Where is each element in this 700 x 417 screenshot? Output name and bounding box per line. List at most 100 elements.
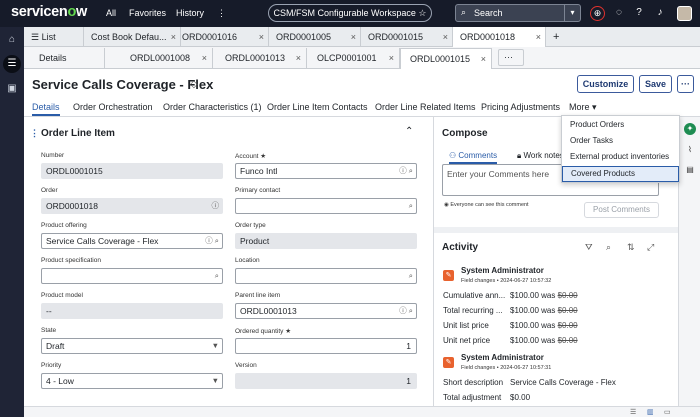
chevron-up-icon[interactable]: ⌃ <box>405 126 413 137</box>
pencil-icon: ✎ <box>443 357 454 368</box>
tab-ordl0001015[interactable]: ORDL0001015 × <box>400 48 492 69</box>
tab-details[interactable]: Details <box>30 48 105 69</box>
field-change: $0.00 <box>510 393 530 402</box>
tab-ordl0001013[interactable]: ORDL0001013 × <box>216 48 307 69</box>
tab-order-orchestration[interactable]: Order Orchestration <box>73 102 153 112</box>
parent-line-item-label: Parent line item <box>235 292 281 299</box>
primary-contact-field[interactable]: ⌕ <box>235 198 417 214</box>
activity-author[interactable]: System Administrator <box>461 353 544 362</box>
global-search[interactable]: ⌕ Search ▾ <box>455 4 581 22</box>
info-icon[interactable]: ⓘ <box>212 199 220 213</box>
tab-cost-book[interactable]: Cost Book Defau... × <box>84 27 181 47</box>
tab-ord0001018[interactable]: ORD0001018 × <box>453 27 546 47</box>
agent-assist-icon[interactable]: ✦ <box>684 123 696 135</box>
filter-icon[interactable]: ⛛ <box>585 242 593 253</box>
ordered-quantity-field[interactable]: 1 <box>235 338 417 354</box>
field-change: $100.00 was $0.00 <box>510 321 578 330</box>
close-icon[interactable]: × <box>259 27 264 47</box>
new-value: $100.00 was <box>510 306 556 315</box>
search-icon[interactable]: ⌕ <box>215 269 219 283</box>
home-icon[interactable]: ⌂ <box>5 33 19 47</box>
search-icon[interactable]: ⌕ <box>409 269 413 283</box>
account-field[interactable]: Funco Intl ⓘ ⌕ <box>235 163 417 179</box>
user-avatar[interactable] <box>677 6 692 21</box>
expand-icon[interactable]: ⤢ <box>647 242 654 253</box>
state-select[interactable]: Draft ▼ <box>41 338 223 354</box>
chat-icon[interactable]: ◌ <box>612 6 626 20</box>
attachment-icon[interactable]: ⌇ <box>684 144 696 156</box>
tab-olcp0001001[interactable]: OLCP0001001 × <box>308 48 400 69</box>
priority-select[interactable]: 4 - Low ▼ <box>41 373 223 389</box>
close-icon[interactable]: × <box>536 27 541 47</box>
logo-text-tail: w <box>76 4 87 20</box>
pencil-icon: ✎ <box>443 270 454 281</box>
save-button[interactable]: Save <box>639 75 672 93</box>
tab-more-dropdown[interactable]: More ▾ <box>569 102 597 113</box>
close-icon[interactable]: × <box>351 27 356 47</box>
tab-order-line-item-contacts[interactable]: Order Line Item Contacts <box>267 102 368 112</box>
help-icon[interactable]: ? <box>632 6 646 20</box>
parent-line-item-field[interactable]: ORDL0001013 ⓘ ⌕ <box>235 303 417 319</box>
bell-icon[interactable]: ♪ <box>653 6 667 20</box>
old-value: $0.00 <box>557 306 578 315</box>
workspace-selector[interactable]: CSM/FSM Configurable Workspace ☆ <box>268 4 432 22</box>
tab-ordl0001008[interactable]: ORDL0001008 × <box>121 48 213 69</box>
tab-pricing-adjustments[interactable]: Pricing Adjustments <box>481 102 560 112</box>
field-name: Cumulative ann... <box>443 291 506 300</box>
number-field: ORDL0001015 <box>41 163 223 179</box>
tag-icon[interactable]: ◇ <box>190 79 198 90</box>
caret-down-icon: ▼ <box>211 341 219 350</box>
tab-ord0001005[interactable]: ORD0001005 × <box>269 27 361 47</box>
nav-more-button[interactable]: ⋮ <box>217 8 226 19</box>
field-name: Unit list price <box>443 321 489 330</box>
info-search-icons[interactable]: ⓘ ⌕ <box>205 234 219 248</box>
activity-author[interactable]: System Administrator <box>461 266 544 275</box>
layout-list-icon[interactable]: ☰ <box>630 408 636 416</box>
info-search-icons[interactable]: ⓘ ⌕ <box>399 304 413 318</box>
search-icon[interactable]: ⌕ <box>606 242 611 253</box>
post-comments-button[interactable]: Post Comments <box>584 202 659 218</box>
drag-handle-icon[interactable]: ⋮ <box>30 128 39 139</box>
tab-comments[interactable]: ⚇ Comments <box>449 151 498 164</box>
tab-order-characteristics[interactable]: Order Characteristics (1) <box>163 102 262 112</box>
product-specification-label: Product specification <box>41 257 101 264</box>
document-icon[interactable]: ▤ <box>684 164 696 176</box>
add-tab-button[interactable]: + <box>546 27 568 47</box>
info-search-icons[interactable]: ⓘ ⌕ <box>399 164 413 178</box>
menu-item-covered-products[interactable]: Covered Products <box>562 166 679 182</box>
close-icon[interactable]: × <box>202 48 207 68</box>
menu-item-external-product-inventories[interactable]: External product inventories <box>562 149 679 165</box>
tab-label: Work notes <box>523 151 564 160</box>
nav-favorites[interactable]: Favorites <box>129 8 166 18</box>
close-icon[interactable]: × <box>481 49 486 69</box>
header-more-button[interactable]: ··· <box>677 75 694 93</box>
location-field[interactable]: ⌕ <box>235 268 417 284</box>
tab-work-notes[interactable]: 🔒︎ Work notes <box>517 151 564 161</box>
layout-split-icon[interactable]: ▥ <box>647 408 654 416</box>
globe-icon[interactable]: ⊕ <box>590 6 605 21</box>
nav-all[interactable]: All <box>106 8 116 18</box>
list-menu-icon[interactable]: ☰ <box>3 55 21 73</box>
inbox-icon[interactable]: ▣ <box>5 82 19 96</box>
tab-order-line-related-items[interactable]: Order Line Related Items <box>375 102 476 112</box>
tab-ord0001015[interactable]: ORD0001015 × <box>361 27 453 47</box>
close-icon[interactable]: × <box>389 48 394 68</box>
product-specification-field[interactable]: ⌕ <box>41 268 223 284</box>
nav-history[interactable]: History <box>176 8 204 18</box>
tab-details-form[interactable]: Details <box>32 102 60 116</box>
search-scope-dropdown[interactable]: ▾ <box>564 5 580 21</box>
tab-ord0001016[interactable]: ORD0001016 × <box>175 27 269 47</box>
sort-icon[interactable]: ⇅ <box>627 242 635 253</box>
tab-list[interactable]: ☰ List <box>24 27 84 47</box>
close-icon[interactable]: × <box>443 27 448 47</box>
order-label: Order <box>41 187 58 194</box>
menu-item-order-tasks[interactable]: Order Tasks <box>562 133 679 149</box>
layout-full-icon[interactable]: ▭ <box>664 408 671 416</box>
servicenow-logo[interactable]: servicenow <box>11 4 87 20</box>
customize-button[interactable]: Customize <box>577 75 634 93</box>
product-offering-field[interactable]: Service Calls Coverage - Flex ⓘ ⌕ <box>41 233 223 249</box>
menu-item-product-orders[interactable]: Product Orders <box>562 117 679 133</box>
tab-overflow-button[interactable]: ··· <box>498 49 524 66</box>
search-icon[interactable]: ⌕ <box>409 199 413 213</box>
close-icon[interactable]: × <box>296 48 301 68</box>
